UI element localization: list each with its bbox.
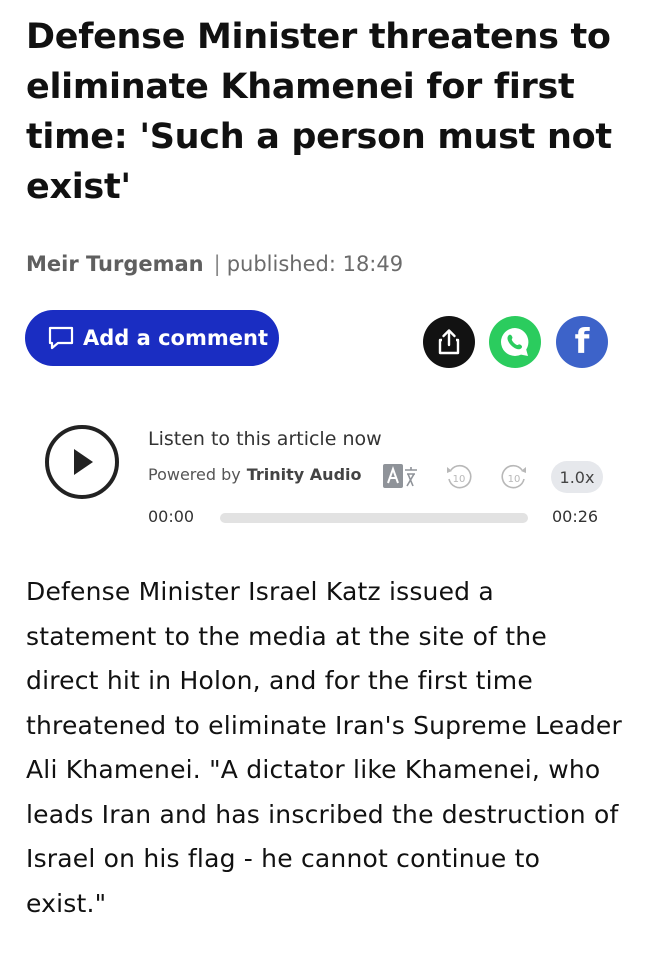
skip-forward-button[interactable]: 10	[499, 462, 529, 492]
byline: Meir Turgeman | published: 18:49	[26, 252, 403, 276]
duration-time: 00:26	[552, 507, 599, 526]
facebook-share-button[interactable]: f	[556, 316, 608, 368]
share-button[interactable]	[423, 316, 475, 368]
rewind-10-icon: 10	[447, 464, 472, 489]
audio-progress-bar[interactable]	[220, 513, 528, 523]
facebook-icon: f	[574, 322, 590, 362]
current-time: 00:00	[148, 507, 195, 526]
add-comment-label: Add a comment	[83, 326, 268, 350]
play-icon	[74, 449, 93, 475]
published-time: published: 18:49	[226, 252, 404, 276]
playback-speed-button[interactable]: 1.0x	[551, 461, 603, 493]
add-comment-button[interactable]: Add a comment	[25, 310, 279, 366]
trinity-audio-brand[interactable]: Trinity Audio	[247, 465, 362, 484]
skip-forward-label: 10	[508, 474, 521, 485]
byline-separator: |	[213, 252, 221, 276]
whatsapp-icon	[501, 328, 529, 356]
play-button[interactable]	[45, 425, 119, 499]
translate-icon	[383, 464, 417, 488]
share-icon	[438, 329, 460, 355]
author-name[interactable]: Meir Turgeman	[26, 252, 204, 276]
comment-icon	[47, 324, 75, 352]
translate-button[interactable]	[383, 464, 419, 490]
skip-back-button[interactable]: 10	[444, 462, 474, 492]
powered-by: Powered by Trinity Audio	[148, 465, 362, 484]
powered-by-prefix: Powered by	[148, 465, 241, 484]
skip-back-label: 10	[453, 474, 466, 485]
article-headline: Defense Minister threatens to eliminate …	[26, 17, 612, 207]
forward-10-icon: 10	[501, 464, 526, 489]
article-body: Defense Minister Israel Katz issued a st…	[26, 577, 622, 918]
whatsapp-share-button[interactable]	[489, 316, 541, 368]
listen-label: Listen to this article now	[148, 428, 382, 450]
